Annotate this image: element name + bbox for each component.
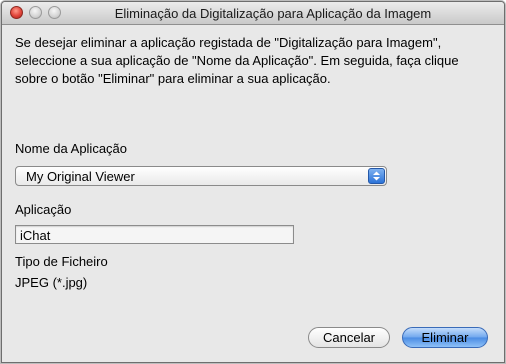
instructions-text: Se desejar eliminar a aplicação registad… xyxy=(15,35,459,86)
cancel-button[interactable]: Cancelar xyxy=(308,327,390,348)
application-field: iChat xyxy=(15,225,294,244)
app-name-popup[interactable]: My Original Viewer xyxy=(15,166,387,186)
window-title: Eliminação da Digitalização para Aplicaç… xyxy=(114,6,432,21)
app-name-label: Nome da Aplicação xyxy=(15,141,128,156)
up-down-arrows-icon xyxy=(368,168,385,184)
app-name-selected: My Original Viewer xyxy=(26,169,135,184)
title-bar: Eliminação da Digitalização para Aplicaç… xyxy=(2,2,504,25)
application-label: Aplicação xyxy=(15,202,72,217)
file-type-value: JPEG (*.jpg) xyxy=(15,275,88,290)
file-type-label: Tipo de Ficheiro xyxy=(15,254,108,269)
application-value: iChat xyxy=(20,228,51,243)
delete-button[interactable]: Eliminar xyxy=(402,327,488,348)
